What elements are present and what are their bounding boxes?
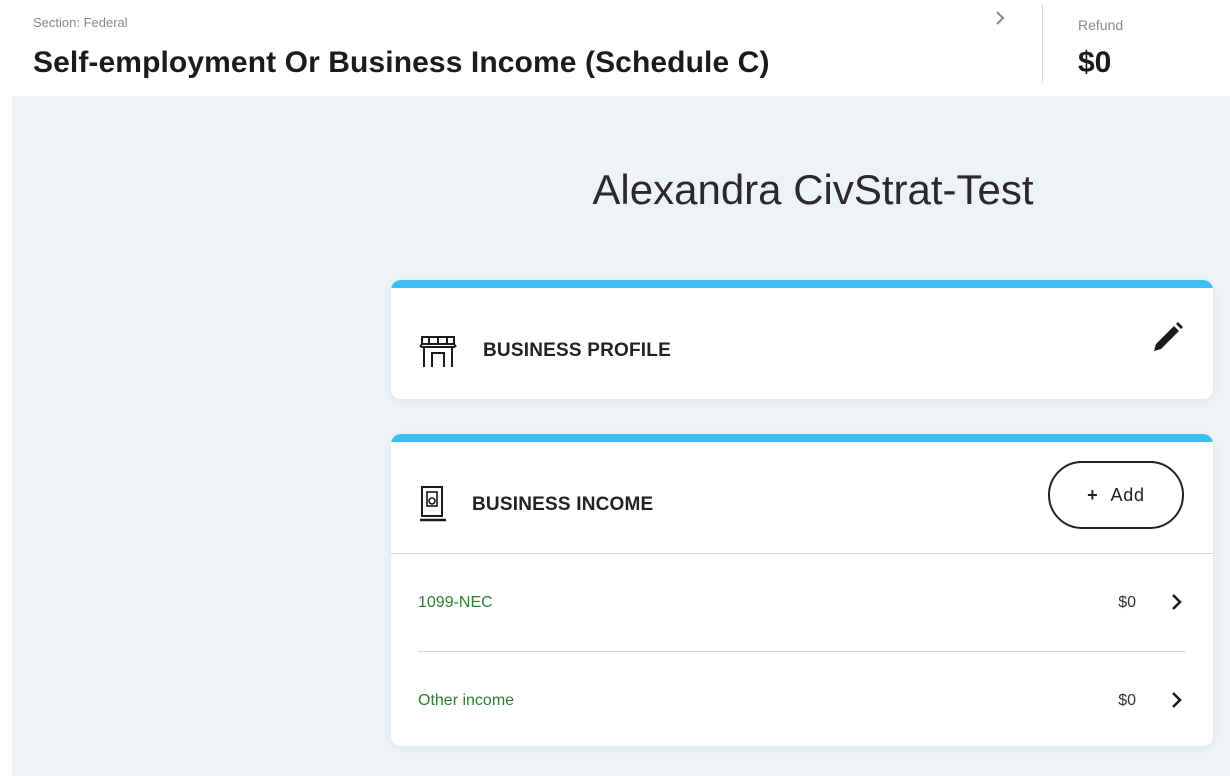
add-button-label: Add: [1110, 484, 1145, 505]
row-label: 1099-NEC: [418, 594, 493, 611]
chevron-right-icon[interactable]: [1168, 690, 1186, 710]
business-profile-card: BUSINESS PROFILE: [391, 280, 1213, 399]
storefront-icon: [419, 336, 457, 367]
section-label: Section: Federal: [33, 15, 128, 30]
refund-value: $0: [1078, 46, 1112, 79]
page-title: Self-employment Or Business Income (Sche…: [33, 46, 770, 79]
refund-label: Refund: [1078, 17, 1124, 33]
row-label: Other income: [418, 692, 515, 709]
plus-icon: +: [1087, 484, 1099, 505]
business-income-title: BUSINESS INCOME: [472, 494, 654, 515]
header-divider: [1042, 4, 1043, 82]
list-item-other-income[interactable]: Other income $0: [418, 651, 1186, 746]
row-amount: $0: [1118, 594, 1136, 611]
pencil-icon[interactable]: [1149, 320, 1185, 356]
list-item-1099-nec[interactable]: 1099-NEC $0: [418, 554, 1186, 651]
business-profile-title: BUSINESS PROFILE: [483, 340, 671, 361]
person-name: Alexandra CivStrat-Test: [592, 166, 1034, 213]
card-accent-bar: [391, 434, 1213, 442]
chevron-right-icon[interactable]: [990, 8, 1010, 28]
building-icon: [420, 486, 446, 522]
card-accent-bar: [391, 280, 1213, 288]
row-amount: $0: [1118, 692, 1136, 709]
business-income-card: BUSINESS INCOME + Add 1099-NEC $0 Other …: [391, 434, 1213, 746]
top-header: Section: Federal Self-employment Or Busi…: [0, 0, 1230, 96]
business-profile-header: BUSINESS PROFILE: [391, 288, 1213, 398]
chevron-right-icon[interactable]: [1168, 592, 1186, 612]
business-income-header: BUSINESS INCOME + Add: [391, 442, 1213, 554]
add-button[interactable]: + Add: [1048, 461, 1184, 529]
main-content: Alexandra CivStrat-Test BUSINESS PROFILE: [12, 96, 1230, 776]
